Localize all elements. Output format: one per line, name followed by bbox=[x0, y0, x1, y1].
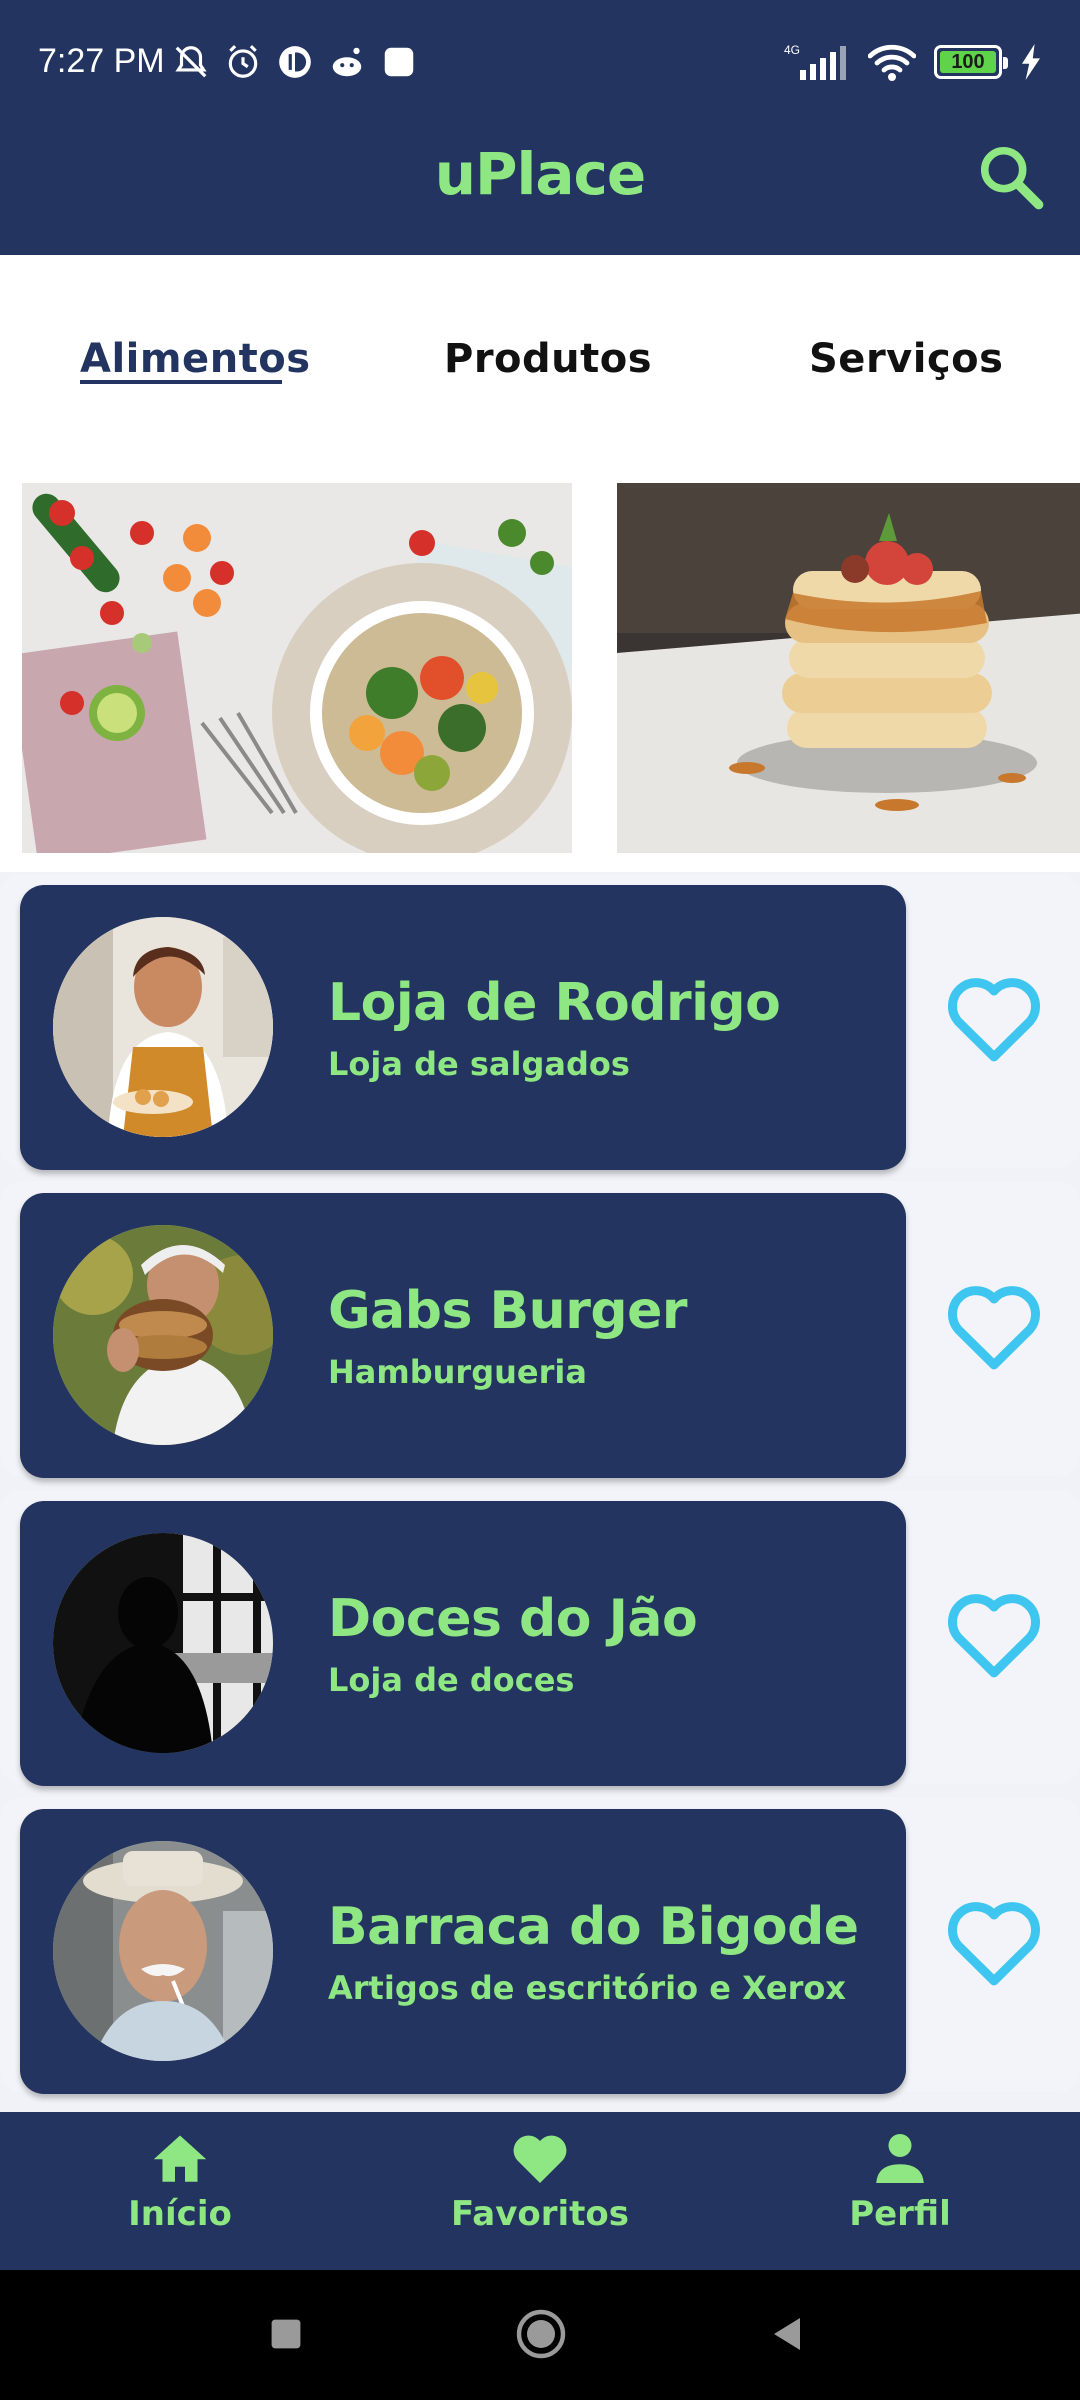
store-card[interactable]: Barraca do Bigode Artigos de escritório … bbox=[20, 1809, 906, 2094]
pancakes-image[interactable] bbox=[617, 483, 1080, 853]
home-circle-icon[interactable] bbox=[515, 2308, 567, 2360]
app-title: uPlace bbox=[434, 140, 647, 208]
heart-outline-icon[interactable] bbox=[944, 1897, 1044, 1987]
store-category: Artigos de escritório e Xerox bbox=[328, 1969, 847, 2007]
tab-produtos[interactable]: Produtos bbox=[444, 336, 652, 382]
app-header: 7:27 PM 4G 100 uPlace bbox=[0, 0, 1080, 255]
nav-inicio[interactable]: Início bbox=[30, 2130, 330, 2234]
store-category: Hamburgueria bbox=[328, 1353, 587, 1391]
nav-perfil[interactable]: Perfil bbox=[750, 2130, 1050, 2234]
tab-alimentos[interactable]: Alimentos bbox=[80, 336, 311, 382]
store-category: Loja de doces bbox=[328, 1661, 575, 1699]
avatar bbox=[53, 1533, 273, 1753]
reddit-icon bbox=[332, 47, 362, 77]
heart-outline-icon[interactable] bbox=[944, 1281, 1044, 1371]
store-card[interactable]: Loja de Rodrigo Loja de salgados bbox=[20, 885, 906, 1170]
store-category: Loja de salgados bbox=[328, 1045, 630, 1083]
alarm-icon bbox=[228, 45, 258, 78]
active-tab-indicator bbox=[80, 380, 282, 384]
app-notification-icon bbox=[279, 46, 311, 78]
wifi-icon bbox=[868, 44, 916, 81]
square-app-icon bbox=[384, 47, 414, 77]
store-name: Doces do Jão bbox=[328, 1589, 698, 1649]
heart-outline-icon[interactable] bbox=[944, 973, 1044, 1063]
status-notification-icons bbox=[172, 42, 418, 82]
nav-perfil-label: Perfil bbox=[849, 2194, 951, 2234]
bottom-navigation: Início Favoritos Perfil bbox=[0, 2112, 1080, 2270]
system-navigation-bar bbox=[0, 2270, 1080, 2400]
search-icon[interactable] bbox=[976, 142, 1046, 212]
recents-square-icon[interactable] bbox=[268, 2316, 304, 2352]
store-name: Loja de Rodrigo bbox=[328, 973, 781, 1033]
heart-icon bbox=[513, 2135, 567, 2183]
svg-text:4G: 4G bbox=[784, 43, 800, 57]
battery-icon: 100 bbox=[934, 45, 1008, 79]
charging-bolt-icon bbox=[1022, 44, 1040, 80]
bell-off-icon bbox=[175, 46, 207, 78]
status-system-icons: 4G 100 bbox=[780, 40, 1042, 84]
avatar bbox=[53, 1841, 273, 2061]
signal-icon: 4G bbox=[784, 43, 846, 80]
list-item: Doces do Jão Loja de doces bbox=[0, 1489, 1080, 1786]
nav-favoritos[interactable]: Favoritos bbox=[390, 2130, 690, 2234]
category-tabs: Alimentos Produtos Serviços bbox=[0, 300, 1080, 420]
avatar bbox=[53, 917, 273, 1137]
store-name: Barraca do Bigode bbox=[328, 1897, 859, 1957]
salad-bowl-image[interactable] bbox=[22, 483, 572, 853]
nav-favoritos-label: Favoritos bbox=[451, 2194, 629, 2234]
store-card[interactable]: Doces do Jão Loja de doces bbox=[20, 1501, 906, 1786]
list-item: Loja de Rodrigo Loja de salgados bbox=[0, 873, 1080, 1170]
list-item: Barraca do Bigode Artigos de escritório … bbox=[0, 1797, 1080, 2094]
list-item: Gabs Burger Hamburgueria bbox=[0, 1181, 1080, 1478]
tab-servicos[interactable]: Serviços bbox=[809, 336, 1003, 382]
store-card[interactable]: Gabs Burger Hamburgueria bbox=[20, 1193, 906, 1478]
food-carousel[interactable] bbox=[0, 483, 1080, 853]
store-name: Gabs Burger bbox=[328, 1281, 687, 1341]
nav-inicio-label: Início bbox=[128, 2194, 232, 2234]
status-time: 7:27 PM bbox=[38, 42, 165, 80]
home-icon bbox=[153, 2135, 207, 2182]
status-bar: 7:27 PM 4G 100 bbox=[0, 0, 1080, 120]
avatar bbox=[53, 1225, 273, 1445]
back-triangle-icon[interactable] bbox=[768, 2314, 808, 2354]
heart-outline-icon[interactable] bbox=[944, 1589, 1044, 1679]
person-icon bbox=[876, 2134, 924, 2183]
